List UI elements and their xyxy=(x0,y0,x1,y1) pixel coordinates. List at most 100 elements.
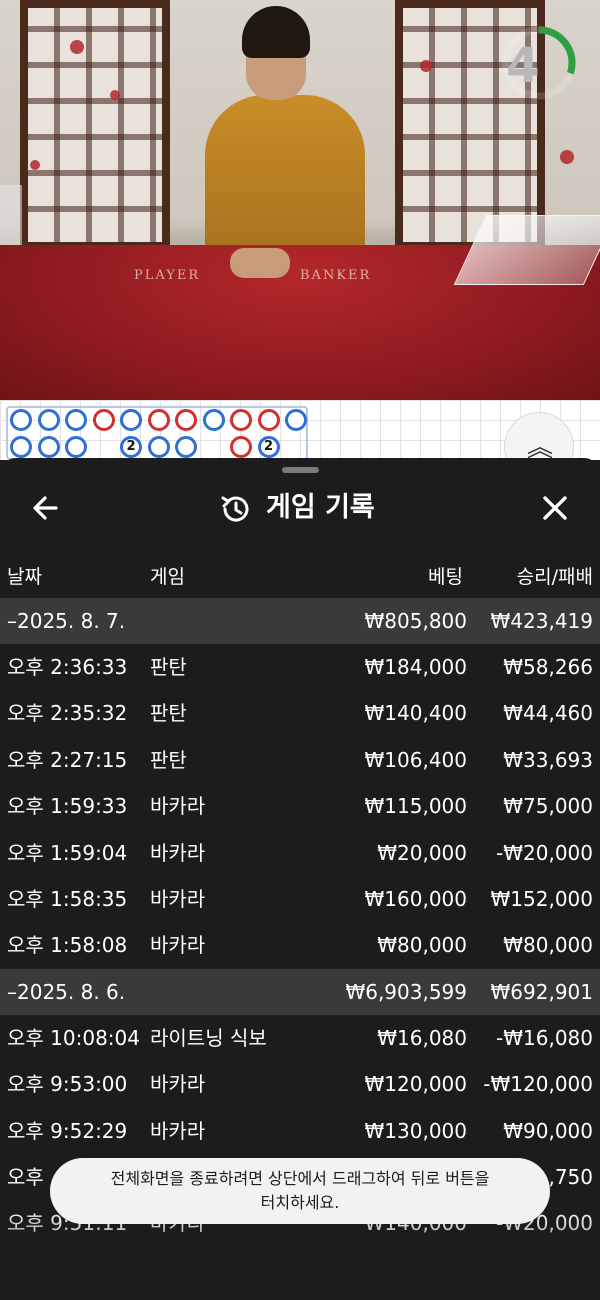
blossom-decoration xyxy=(70,40,84,54)
row-result: ₩58,266 xyxy=(503,655,593,679)
back-button[interactable] xyxy=(28,490,64,526)
close-button[interactable] xyxy=(537,490,573,526)
player-bead xyxy=(10,436,32,458)
arrow-left-icon xyxy=(33,496,58,520)
row-bet: ₩115,000 xyxy=(364,794,467,819)
player-bead xyxy=(65,409,87,431)
row-result: -₩20,000 xyxy=(496,840,593,865)
column-result: 승리/패배 xyxy=(516,566,593,588)
row-time: 오후 9:52:29 xyxy=(7,1118,128,1143)
row-bet: ₩184,000 xyxy=(364,655,467,679)
row-time: 오후 2:36:33 xyxy=(7,655,128,679)
player-bead xyxy=(65,436,87,458)
column-header: 날짜 게임 베팅 승리/패배 xyxy=(0,554,600,596)
countdown-number: 4 xyxy=(506,38,540,94)
row-game: 판탄 xyxy=(150,701,187,726)
live-video: PLAYER BANKER 4 xyxy=(0,0,600,400)
blossom-decoration xyxy=(110,90,120,100)
history-icon xyxy=(221,496,249,522)
history-row[interactable]: 오후 9:53:00 바카라 ₩120,000 -₩120,000 xyxy=(0,1061,600,1107)
player-bead xyxy=(147,436,170,458)
sheet-title: 게임 기록 xyxy=(266,492,375,523)
bead-number: 2 xyxy=(263,439,274,454)
table-banker-label: BANKER xyxy=(300,268,372,283)
date-group-row[interactable]: –2025. 8. 7. ₩805,800 ₩423,419 xyxy=(0,598,600,644)
row-result: ,750 xyxy=(548,1164,593,1189)
row-game: 바카라 xyxy=(150,794,206,819)
row-time: 오후 1:59:04 xyxy=(7,840,128,865)
history-row[interactable]: 오후 2:36:33 판탄 ₩184,000 ₩58,266 xyxy=(0,644,600,690)
history-row[interactable]: 오후 9:52:29 바카라 ₩130,000 ₩90,000 xyxy=(0,1108,600,1154)
row-bet: ₩106,400 xyxy=(364,747,467,772)
sheet-header: 게임 기록 xyxy=(0,478,600,538)
row-game: 바카라 xyxy=(150,1072,206,1097)
row-result: ₩80,000 xyxy=(503,933,593,958)
row-result: ₩33,693 xyxy=(503,747,593,772)
row-game: 바카라 xyxy=(150,933,206,958)
row-bet: ₩16,080 xyxy=(377,1025,467,1050)
history-list[interactable]: –2025. 8. 7. ₩805,800 ₩423,419 오후 2:36:33 판탄… xyxy=(0,598,600,1247)
column-game: 게임 xyxy=(150,566,185,588)
history-row[interactable]: 오후 10:08:04 라이트닝 식보 ₩16,080 -₩16,080 xyxy=(0,1015,600,1061)
row-bet: ₩160,000 xyxy=(364,886,467,911)
blossom-decoration xyxy=(560,150,574,164)
dealer-hands xyxy=(230,248,290,278)
table-player-label: PLAYER xyxy=(134,268,201,283)
row-bet: ₩20,000 xyxy=(377,840,467,865)
row-time: 오후 1:58:08 xyxy=(7,933,128,958)
bead-number: 2 xyxy=(126,439,136,454)
row-time: 오후 1:59:33 xyxy=(7,794,128,819)
row-time: 오후 2:27:15 xyxy=(7,747,128,772)
history-row[interactable]: 오후 1:58:08 바카라 ₩80,000 ₩80,000 xyxy=(0,922,600,968)
player-bead xyxy=(285,409,307,431)
row-result: ₩75,000 xyxy=(503,794,593,819)
row-game: 판탄 xyxy=(150,747,187,772)
date-group-row[interactable]: –2025. 8. 6. ₩6,903,599 ₩692,901 xyxy=(0,968,600,1015)
row-game: 라이트닝 식보 xyxy=(150,1025,267,1050)
close-icon xyxy=(543,496,567,520)
column-bet: 베팅 xyxy=(428,566,463,588)
group-result-total: ₩692,901 xyxy=(490,979,593,1004)
row-bet: ₩130,000 xyxy=(364,1118,467,1143)
group-bet-total: ₩805,800 xyxy=(364,609,467,633)
row-result: ₩90,000 xyxy=(503,1118,593,1143)
row-game: 바카라 xyxy=(150,840,206,865)
drag-handle[interactable] xyxy=(282,467,319,473)
row-result: -₩120,000 xyxy=(483,1072,593,1097)
banker-bead xyxy=(147,409,170,431)
blossom-decoration xyxy=(30,160,40,170)
row-game: 바카라 xyxy=(150,1118,206,1143)
row-time: 오후 2:35:32 xyxy=(7,701,128,726)
history-row[interactable]: 오후 1:59:33 바카라 ₩115,000 ₩75,000 xyxy=(0,783,600,829)
banker-bead xyxy=(175,409,197,431)
row-result: ₩152,000 xyxy=(490,886,593,911)
row-time: 오후 1:58:35 xyxy=(7,886,128,911)
banker-bead xyxy=(230,436,252,458)
group-date: –2025. 8. 6. xyxy=(7,979,126,1004)
dealer xyxy=(205,95,365,265)
row-time: 오후 10:08:04 xyxy=(7,1025,140,1050)
history-row[interactable]: 오후 1:59:04 바카라 ₩20,000 -₩20,000 xyxy=(0,830,600,876)
group-result-total: ₩423,419 xyxy=(490,609,593,633)
player-bead xyxy=(175,436,197,458)
toast-line-1: 전체화면을 종료하려면 상단에서 드래그하여 뒤로 버튼을 xyxy=(110,1169,490,1188)
row-bet: ₩80,000 xyxy=(377,933,467,958)
column-date: 날짜 xyxy=(7,566,42,588)
player-bead xyxy=(37,409,60,431)
history-row[interactable]: 오후 2:35:32 판탄 ₩140,400 ₩44,460 xyxy=(0,690,600,736)
row-bet: ₩140,400 xyxy=(364,701,467,726)
banker-bead xyxy=(257,409,280,431)
player-bead xyxy=(37,436,60,458)
history-row[interactable]: 오후 1:58:35 바카라 ₩160,000 ₩152,000 xyxy=(0,876,600,922)
player-bead xyxy=(10,409,32,431)
toast-line-2: 터치하세요. xyxy=(260,1193,340,1212)
player-bead xyxy=(202,409,225,431)
blossom-decoration xyxy=(420,60,432,72)
player-bead xyxy=(120,409,142,431)
folding-screen-left xyxy=(20,0,170,250)
row-result: ₩44,460 xyxy=(503,701,593,726)
dealer-hair xyxy=(242,6,310,58)
row-time: 오후 9:53:00 xyxy=(7,1072,128,1097)
history-row[interactable]: 오후 2:27:15 판탄 ₩106,400 ₩33,693 xyxy=(0,737,600,783)
group-bet-total: ₩6,903,599 xyxy=(345,979,467,1004)
